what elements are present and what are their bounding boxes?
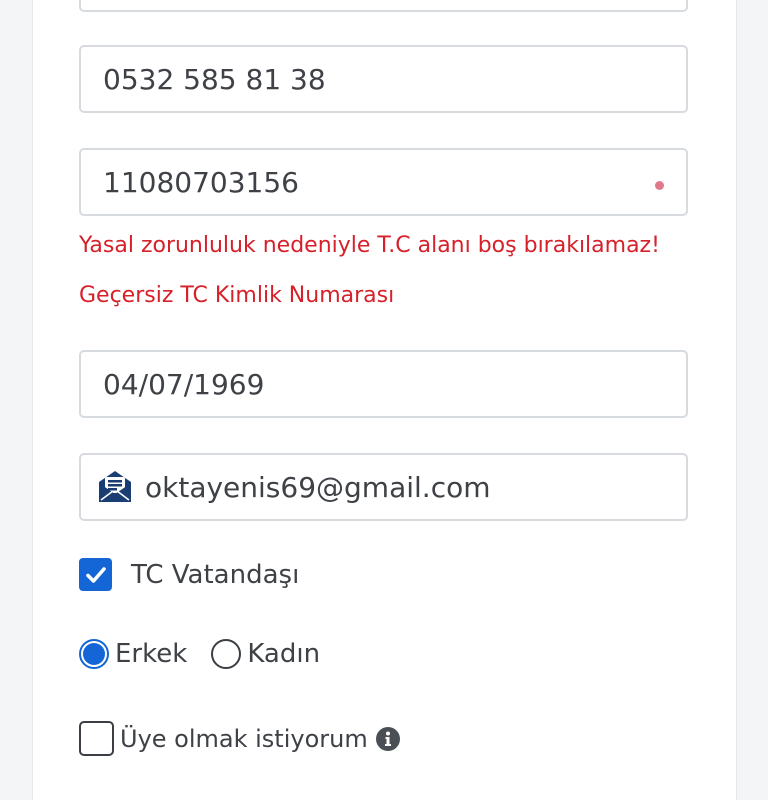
tc-citizen-checkbox[interactable] [79, 558, 112, 591]
radio-kadin-label: Kadın [247, 639, 321, 669]
email-value: oktayenis69@gmail.com [145, 470, 491, 504]
membership-label: Üye olmak istiyorum [120, 724, 368, 753]
previous-field[interactable] [79, 0, 688, 12]
tc-required-error: Yasal zorunluluk nedeniyle T.C alanı boş… [79, 233, 660, 258]
tc-id-value: 11080703156 [103, 165, 299, 199]
radio-selected-dot [83, 643, 105, 665]
birthdate-value: 04/07/1969 [103, 367, 265, 401]
checkmark-icon [85, 566, 106, 583]
gender-options: Erkek Kadın [79, 639, 320, 669]
birthdate-field[interactable]: 04/07/1969 [79, 350, 688, 418]
tc-citizen-label: TC Vatandaşı [131, 559, 300, 590]
radio-erkek-label: Erkek [115, 639, 188, 669]
membership-option[interactable]: Üye olmak istiyorum [79, 721, 400, 756]
radio-erkek[interactable] [79, 639, 109, 669]
info-icon[interactable] [375, 726, 400, 751]
mail-envelope-icon [99, 471, 131, 502]
required-dot-icon [655, 181, 664, 190]
radio-kadin[interactable] [211, 639, 242, 669]
tc-id-field[interactable]: 11080703156 [79, 148, 688, 216]
phone-value: 0532 585 81 38 [103, 62, 326, 96]
tc-invalid-error: Geçersiz TC Kimlik Numarası [79, 283, 395, 308]
tc-citizen-option[interactable]: TC Vatandaşı [79, 558, 299, 591]
email-field[interactable]: oktayenis69@gmail.com [79, 453, 688, 521]
phone-field[interactable]: 0532 585 81 38 [79, 45, 688, 113]
membership-checkbox[interactable] [79, 721, 114, 756]
